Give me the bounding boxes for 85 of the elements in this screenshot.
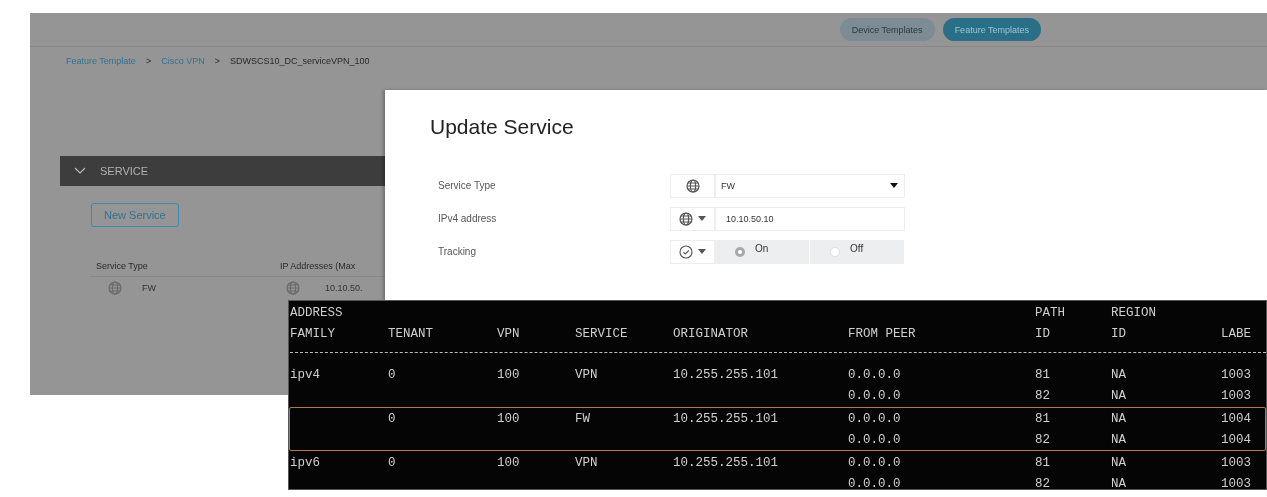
terminal-text: 100: [497, 367, 521, 382]
terminal-text: ipv6: [290, 455, 321, 470]
terminal-text: 0.0.0.0: [848, 432, 902, 447]
dropdown-field[interactable]: FW: [715, 173, 905, 198]
terminal-text: NA: [1111, 476, 1127, 491]
radio-label: On: [755, 243, 769, 254]
section-title: SERVICE: [100, 165, 149, 177]
terminal-text: ID: [1111, 326, 1127, 341]
terminal-text: 0: [388, 455, 397, 470]
check-circle-icon: [679, 244, 693, 259]
nav-tab[interactable]: Feature Templates: [942, 18, 1041, 41]
terminal-text: 1004: [1221, 432, 1252, 447]
globe-icon: [685, 178, 700, 193]
table-cell: 10.10.50.: [325, 283, 363, 293]
terminal-text: 1003: [1221, 476, 1252, 491]
terminal-text: FAMILY: [290, 326, 336, 341]
terminal-text: 1003: [1221, 367, 1252, 382]
terminal-text: ADDRESS: [290, 305, 344, 320]
terminal-text: ORIGINATOR: [673, 326, 749, 341]
caret-icon: [698, 249, 706, 254]
terminal-text: 0: [388, 411, 397, 426]
radio-button[interactable]: [735, 246, 745, 257]
terminal-text: FROM PEER: [848, 326, 917, 341]
breadcrumb-current: SDWSCS10_DC_serviceVPN_100: [229, 56, 370, 66]
terminal-text: 1004: [1221, 411, 1252, 426]
terminal-text: LABE: [1221, 326, 1252, 341]
terminal-text: 0.0.0.0: [848, 476, 902, 491]
breadcrumb-separator: >: [214, 56, 220, 66]
terminal-text: 1003: [1221, 455, 1252, 470]
terminal-text: 0.0.0.0: [848, 455, 902, 470]
breadcrumb-link[interactable]: Cisco VPN: [161, 56, 205, 66]
terminal-text: NA: [1111, 388, 1127, 403]
terminal-text: 1003: [1221, 388, 1252, 403]
terminal-text: VPN: [497, 326, 521, 341]
terminal-text: 0: [388, 367, 397, 382]
caret-icon: [698, 216, 706, 221]
scope-selector[interactable]: [670, 173, 715, 198]
terminal-text: 100: [497, 455, 521, 470]
column-header: Service Type: [96, 261, 149, 271]
terminal-text: 0.0.0.0: [848, 367, 902, 382]
terminal-text: ID: [1035, 326, 1051, 341]
terminal-text: NA: [1111, 455, 1127, 470]
terminal-text: SERVICE: [575, 326, 629, 341]
terminal-text: 82: [1035, 388, 1051, 403]
ip-address-field[interactable]: 10.10.50.10: [715, 206, 905, 231]
scope-selector[interactable]: [670, 206, 715, 231]
terminal-text: 10.255.255.101: [673, 367, 780, 382]
nav-tab[interactable]: Device Templates: [839, 18, 935, 41]
terminal-text: VPN: [575, 455, 599, 470]
terminal-text: 0.0.0.0: [848, 411, 902, 426]
globe-icon: [679, 211, 693, 226]
terminal-text: 81: [1035, 367, 1051, 382]
terminal-text: 82: [1035, 432, 1051, 447]
new-service-button[interactable]: New Service: [91, 203, 179, 227]
terminal-text: NA: [1111, 411, 1127, 426]
terminal-text: TENANT: [388, 326, 434, 341]
radio-label: Off: [850, 243, 864, 254]
scope-selector[interactable]: [670, 239, 715, 264]
breadcrumb-separator: >: [145, 56, 152, 66]
column-header: IP Addresses (Max: [280, 261, 356, 271]
table-cell: FW: [142, 283, 156, 293]
terminal-text: 81: [1035, 411, 1051, 426]
terminal-text: 0.0.0.0: [848, 388, 902, 403]
field-label: Service Type: [437, 180, 497, 191]
terminal-text: VPN: [575, 367, 599, 382]
field-label: IPv4 address: [437, 213, 498, 224]
terminal-text: 100: [497, 411, 521, 426]
terminal-text: NA: [1111, 367, 1127, 382]
breadcrumb-link[interactable]: Feature Template: [66, 56, 136, 66]
terminal-text: 82: [1035, 476, 1051, 491]
globe-icon: [108, 281, 122, 295]
field-label: Tracking: [437, 246, 477, 257]
chevron-icon: [74, 167, 86, 175]
section-header[interactable]: SERVICE: [60, 156, 385, 186]
globe-icon: [286, 281, 300, 295]
terminal-text: NA: [1111, 432, 1127, 447]
terminal-text: PATH: [1035, 305, 1066, 320]
caret-icon: [890, 183, 898, 188]
terminal-text: ipv4: [290, 367, 321, 382]
terminal-text: FW: [575, 411, 591, 426]
terminal-text: 81: [1035, 455, 1051, 470]
terminal-text: 10.255.255.101: [673, 411, 780, 426]
terminal-text: REGION: [1111, 305, 1157, 320]
terminal-text: 10.255.255.101: [673, 455, 780, 470]
dialog-title: Update Service: [430, 115, 575, 139]
